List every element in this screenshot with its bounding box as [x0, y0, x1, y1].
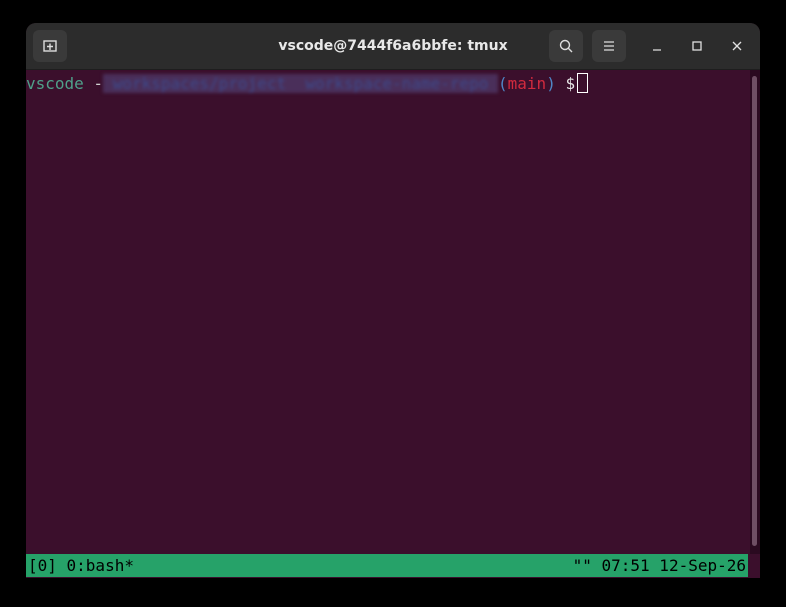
prompt-paren-open: ( — [498, 74, 508, 93]
tmux-window-list[interactable]: [0] 0:bash* — [28, 554, 134, 577]
prompt-user: vscode — [26, 74, 84, 93]
minimize-button[interactable] — [645, 34, 669, 58]
search-icon — [559, 39, 573, 53]
prompt-path-redacted: workspaces/project workspace-name-repo — [103, 74, 499, 93]
prompt-git-branch: main — [507, 74, 547, 93]
terminal-window: vscode@7444f6a6bbfe: tmux vscode - works… — [26, 23, 760, 578]
tmux-status-right: "" 07:51 12-Sep-26 — [572, 556, 746, 575]
prompt-paren-close: ) — [546, 74, 556, 93]
new-tab-icon — [43, 40, 57, 52]
prompt-separator: - — [83, 74, 104, 93]
close-icon — [732, 41, 742, 51]
minimize-icon — [653, 49, 661, 51]
title-bar: vscode@7444f6a6bbfe: tmux — [26, 23, 760, 70]
maximize-icon — [692, 41, 702, 51]
tmux-status-bar: [0] 0:bash* "" 07:51 12-Sep-26 — [26, 554, 748, 577]
text-cursor — [577, 73, 588, 93]
menu-button[interactable] — [592, 30, 626, 62]
shell-prompt: vscode - workspaces/project workspace-na… — [26, 72, 585, 96]
hamburger-menu-icon — [604, 41, 614, 51]
terminal-output[interactable]: vscode - workspaces/project workspace-na… — [26, 70, 750, 554]
new-tab-button[interactable] — [33, 30, 67, 62]
maximize-button[interactable] — [685, 34, 709, 58]
scrollbar-thumb[interactable] — [752, 76, 757, 546]
close-button[interactable] — [725, 34, 749, 58]
search-button[interactable] — [549, 30, 583, 62]
